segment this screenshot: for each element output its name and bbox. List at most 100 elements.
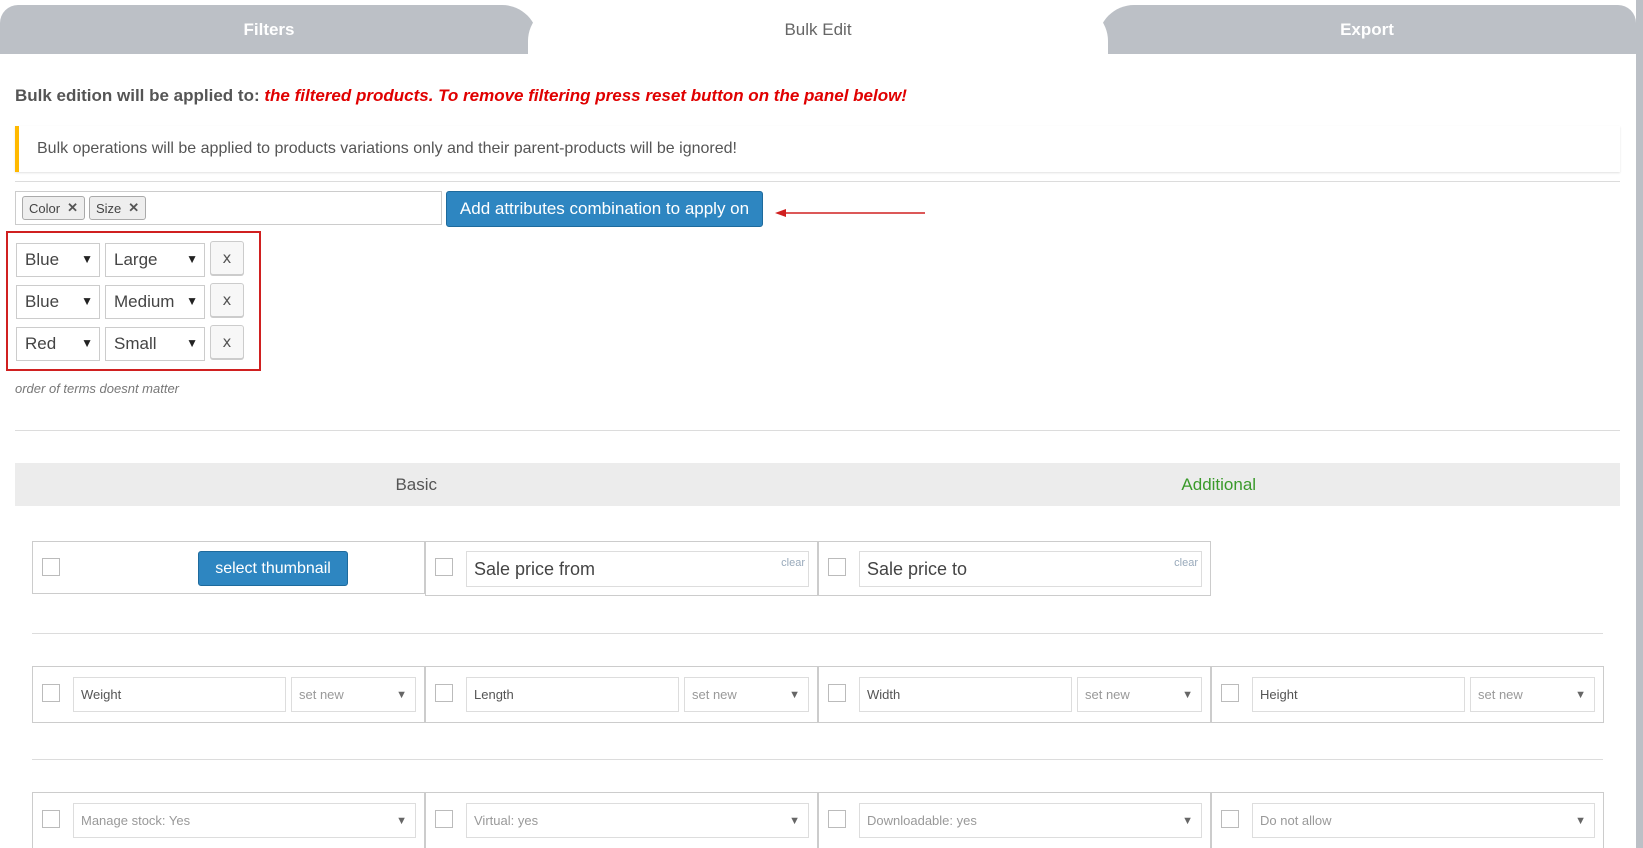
tab-filters[interactable]: Filters: [0, 5, 538, 54]
length-checkbox[interactable]: [435, 684, 453, 702]
select-value: Downloadable: yes: [867, 813, 977, 828]
downloadable-cell: Downloadable: yes ▼: [818, 792, 1211, 848]
color-select[interactable]: Red ▼: [16, 327, 100, 361]
sale-price-from-input[interactable]: Sale price from clear: [466, 551, 809, 587]
input-placeholder: Weight: [81, 687, 122, 702]
tab-additional[interactable]: Additional: [818, 463, 1621, 506]
select-value: Large: [114, 250, 158, 269]
remove-chip-icon[interactable]: ✕: [128, 200, 139, 216]
sale-price-from-cell: Sale price from clear: [425, 541, 818, 596]
caret-down-icon: ▼: [1182, 688, 1193, 701]
weight-checkbox[interactable]: [42, 684, 60, 702]
caret-down-icon: ▼: [186, 252, 198, 266]
bulk-applied-note: the filtered products. To remove filteri…: [264, 86, 907, 105]
backorders-select[interactable]: Do not allow ▼: [1252, 803, 1595, 838]
size-select[interactable]: Large ▼: [105, 243, 205, 277]
remove-chip-icon[interactable]: ✕: [67, 200, 78, 216]
attribute-chip-color: Color ✕: [22, 196, 85, 220]
height-checkbox[interactable]: [1221, 684, 1239, 702]
size-select[interactable]: Small ▼: [105, 327, 205, 361]
add-attributes-combination-button[interactable]: Add attributes combination to apply on: [446, 191, 763, 227]
input-placeholder: Width: [867, 687, 901, 702]
length-input[interactable]: Length: [466, 677, 679, 712]
caret-down-icon: ▼: [396, 688, 407, 701]
manage-stock-select[interactable]: Manage stock: Yes ▼: [73, 803, 416, 838]
select-value: set new: [1478, 687, 1523, 702]
input-placeholder: Sale price to: [867, 558, 968, 579]
select-value: Manage stock: Yes: [81, 813, 191, 828]
downloadable-checkbox[interactable]: [828, 810, 846, 828]
height-action-select[interactable]: set new ▼: [1470, 677, 1595, 712]
length-action-select[interactable]: set new ▼: [684, 677, 809, 712]
select-value: Blue: [25, 250, 60, 269]
width-input[interactable]: Width: [859, 677, 1072, 712]
caret-down-icon: ▼: [396, 814, 407, 827]
field-tabs: Basic Additional: [15, 463, 1620, 506]
clear-link[interactable]: clear: [781, 557, 805, 569]
sale-price-to-cell: Sale price to clear: [818, 541, 1211, 596]
tab-export[interactable]: Export: [1098, 5, 1636, 54]
width-cell: Width set new ▼: [818, 666, 1211, 723]
manage-stock-cell: Manage stock: Yes ▼: [32, 792, 425, 848]
caret-down-icon: ▼: [1575, 814, 1586, 827]
clear-link[interactable]: clear: [1174, 557, 1198, 569]
thumbnail-checkbox[interactable]: [42, 558, 60, 576]
height-cell: Height set new ▼: [1211, 666, 1604, 723]
remove-combination-button[interactable]: x: [210, 325, 244, 359]
select-value: Virtual: yes: [474, 813, 539, 828]
sale-price-to-checkbox[interactable]: [828, 558, 846, 576]
virtual-cell: Virtual: yes ▼: [425, 792, 818, 848]
variations-notice: Bulk operations will be applied to produ…: [15, 126, 1620, 172]
combination-hint: order of terms doesnt matter: [15, 381, 180, 396]
select-thumbnail-button[interactable]: select thumbnail: [198, 551, 348, 586]
scrollbar-track[interactable]: [1636, 0, 1643, 848]
downloadable-select[interactable]: Downloadable: yes ▼: [859, 803, 1202, 838]
width-action-select[interactable]: set new ▼: [1077, 677, 1202, 712]
input-placeholder: Height: [1260, 687, 1298, 702]
main-tabs: Filters Export Bulk Edit: [0, 0, 1643, 54]
divider: [15, 181, 1620, 182]
attributes-select[interactable]: Color ✕ Size ✕: [15, 191, 442, 225]
select-value: Do not allow: [1260, 813, 1332, 828]
tab-bulk-edit[interactable]: Bulk Edit: [528, 5, 1108, 54]
divider: [32, 633, 1603, 634]
select-value: set new: [299, 687, 344, 702]
select-value: Small: [114, 334, 157, 353]
select-value: Blue: [25, 292, 60, 311]
notice-text: Bulk operations will be applied to produ…: [37, 140, 737, 157]
tab-basic[interactable]: Basic: [15, 463, 818, 506]
sale-price-to-input[interactable]: Sale price to clear: [859, 551, 1202, 587]
bulk-applied-label: Bulk edition will be applied to:: [15, 86, 260, 105]
remove-combination-button[interactable]: x: [210, 241, 244, 275]
input-placeholder: Sale price from: [474, 558, 596, 579]
caret-down-icon: ▼: [1182, 814, 1193, 827]
caret-down-icon: ▼: [186, 294, 198, 308]
manage-stock-checkbox[interactable]: [42, 810, 60, 828]
caret-down-icon: ▼: [81, 294, 93, 308]
weight-input[interactable]: Weight: [73, 677, 286, 712]
caret-down-icon: ▼: [789, 814, 800, 827]
length-cell: Length set new ▼: [425, 666, 818, 723]
remove-combination-button[interactable]: x: [210, 283, 244, 317]
color-select[interactable]: Blue ▼: [16, 285, 100, 319]
height-input[interactable]: Height: [1252, 677, 1465, 712]
caret-down-icon: ▼: [81, 336, 93, 350]
chip-label: Size: [95, 200, 122, 216]
color-select[interactable]: Blue ▼: [16, 243, 100, 277]
width-checkbox[interactable]: [828, 684, 846, 702]
attribute-chip-size: Size ✕: [88, 196, 147, 220]
backorders-cell: Do not allow ▼: [1211, 792, 1604, 848]
size-select[interactable]: Medium ▼: [105, 285, 205, 319]
backorders-checkbox[interactable]: [1221, 810, 1239, 828]
virtual-checkbox[interactable]: [435, 810, 453, 828]
caret-down-icon: ▼: [186, 336, 198, 350]
caret-down-icon: ▼: [81, 252, 93, 266]
input-placeholder: Length: [474, 687, 514, 702]
weight-action-select[interactable]: set new ▼: [291, 677, 416, 712]
divider: [15, 430, 1620, 431]
caret-down-icon: ▼: [789, 688, 800, 701]
chip-label: Color: [29, 200, 61, 216]
select-value: Red: [25, 334, 57, 353]
sale-price-from-checkbox[interactable]: [435, 558, 453, 576]
virtual-select[interactable]: Virtual: yes ▼: [466, 803, 809, 838]
